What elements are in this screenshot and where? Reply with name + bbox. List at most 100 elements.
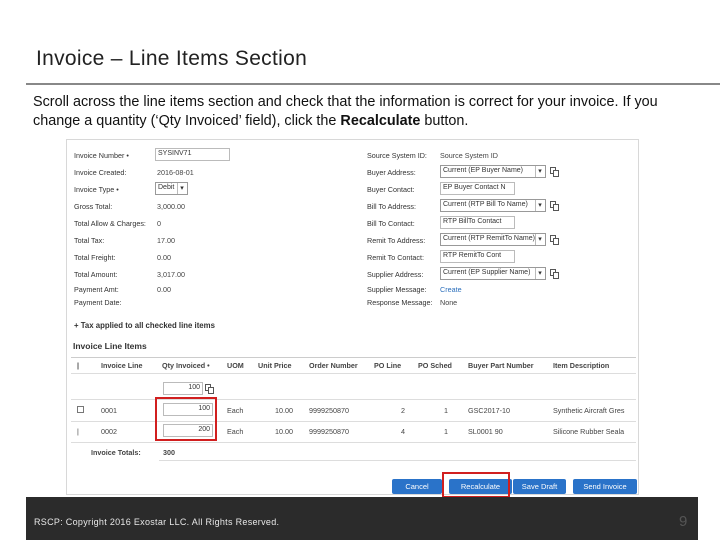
description-bold: Recalculate bbox=[340, 113, 421, 129]
allow-charges-label: Total Allow & Charges: bbox=[74, 219, 146, 228]
recalculate-highlight bbox=[442, 472, 510, 498]
invoice-totals-label: Invoice Totals: bbox=[91, 448, 141, 457]
row-checkbox[interactable] bbox=[77, 406, 84, 413]
invoice-type-value: Debit bbox=[158, 184, 175, 191]
source-system-label: Source System ID: bbox=[367, 151, 427, 160]
copy-icon[interactable] bbox=[550, 269, 559, 279]
col-buyer-part-number: Buyer Part Number bbox=[468, 361, 534, 370]
buyer-address-value: Current (EP Buyer Name) bbox=[443, 167, 524, 174]
table-header-top-rule bbox=[71, 357, 636, 358]
description-text-2: button. bbox=[420, 113, 469, 129]
supplier-address-value: Current (EP Supplier Name) bbox=[443, 269, 531, 276]
col-uom: UOM bbox=[227, 361, 244, 370]
response-message-label: Response Message: bbox=[367, 298, 433, 307]
total-freight-label: Total Freight: bbox=[74, 253, 116, 262]
row-2-unit-price: 10.00 bbox=[275, 427, 293, 436]
copy-icon[interactable] bbox=[550, 235, 559, 245]
gross-total-value: 3,000.00 bbox=[157, 202, 185, 211]
copyright-text: RSCP: Copyright 2016 Exostar LLC. All Ri… bbox=[34, 517, 280, 527]
source-system-value: Source System ID bbox=[440, 151, 498, 160]
row-2-uom: Each bbox=[227, 427, 244, 436]
select-all-column: | bbox=[77, 361, 80, 370]
row-2-buyer-part: SL0001 90 bbox=[468, 427, 503, 436]
remit-to-contact-input[interactable]: RTP RemitTo Cont bbox=[440, 250, 515, 263]
remit-to-contact-label: Remit To Contact: bbox=[367, 253, 424, 262]
total-amount-label: Total Amount: bbox=[74, 270, 118, 279]
page-number: 9 bbox=[679, 513, 688, 530]
mass-qty-input[interactable]: 100 bbox=[163, 382, 203, 395]
allow-charges-value: 0 bbox=[157, 219, 161, 228]
invoice-created-value: 2016-08-01 bbox=[157, 168, 194, 177]
chevron-down-icon: ▾ bbox=[535, 234, 544, 245]
copy-icon[interactable] bbox=[550, 201, 559, 211]
col-qty-invoiced: Qty Invoiced • bbox=[162, 361, 210, 370]
total-tax-value: 17.00 bbox=[157, 236, 175, 245]
total-amount-value: 3,017.00 bbox=[157, 270, 185, 279]
title-divider bbox=[26, 83, 720, 85]
invoice-screenshot: Invoice Number • SYSINV71 Invoice Create… bbox=[66, 139, 639, 498]
supplier-message-label: Supplier Message: bbox=[367, 285, 427, 294]
slide-description: Scroll across the line items section and… bbox=[33, 93, 703, 131]
remit-to-address-value: Current (RTP RemitTo Name) bbox=[443, 235, 535, 242]
row-1-description: Synthetic Aircraft Gres bbox=[553, 406, 625, 415]
row-1-buyer-part: GSC2017-10 bbox=[468, 406, 510, 415]
copy-icon[interactable] bbox=[550, 167, 559, 177]
invoice-number-input[interactable]: SYSINV71 bbox=[155, 148, 230, 161]
invoice-number-label: Invoice Number • bbox=[74, 151, 129, 160]
supplier-message-create-link[interactable]: Create bbox=[440, 285, 462, 294]
col-po-line: PO Line bbox=[374, 361, 402, 370]
total-freight-value: 0.00 bbox=[157, 253, 171, 262]
chevron-down-icon: ▾ bbox=[535, 268, 544, 279]
supplier-address-select[interactable]: Current (EP Supplier Name) ▾ bbox=[440, 267, 546, 280]
supplier-address-label: Supplier Address: bbox=[367, 270, 424, 279]
col-item-description: Item Description bbox=[553, 361, 610, 370]
row-1-uom: Each bbox=[227, 406, 244, 415]
save-draft-button[interactable]: Save Draft bbox=[513, 479, 566, 494]
invoice-totals-value: 300 bbox=[163, 448, 175, 457]
bill-to-contact-input[interactable]: RTP BillTo Contact bbox=[440, 216, 515, 229]
invoice-type-label: Invoice Type • bbox=[74, 185, 119, 194]
chevron-down-icon: ▾ bbox=[535, 166, 544, 177]
col-order-number: Order Number bbox=[309, 361, 358, 370]
row-2-marker: | bbox=[77, 427, 79, 436]
bill-to-address-value: Current (RTP Bill To Name) bbox=[443, 201, 528, 208]
invoice-type-select[interactable]: Debit ▾ bbox=[155, 182, 188, 195]
row-1-line: 0001 bbox=[101, 406, 117, 415]
col-invoice-line: Invoice Line bbox=[101, 361, 143, 370]
cancel-button[interactable]: Cancel bbox=[392, 479, 442, 494]
buyer-address-label: Buyer Address: bbox=[367, 168, 416, 177]
row-divider bbox=[71, 442, 636, 443]
remit-to-address-label: Remit To Address: bbox=[367, 236, 426, 245]
payment-amt-value: 0.00 bbox=[157, 285, 171, 294]
row-2-order-number: 9999250870 bbox=[309, 427, 349, 436]
remit-to-address-select[interactable]: Current (RTP RemitTo Name) ▾ bbox=[440, 233, 546, 246]
chevron-down-icon: ▾ bbox=[177, 183, 186, 194]
row-2-description: Silicone Rubber Seala bbox=[553, 427, 625, 436]
row-2-line: 0002 bbox=[101, 427, 117, 436]
bill-to-address-select[interactable]: Current (RTP Bill To Name) ▾ bbox=[440, 199, 546, 212]
response-message-value: None bbox=[440, 298, 458, 307]
payment-date-label: Payment Date: bbox=[74, 298, 122, 307]
tax-note[interactable]: + Tax applied to all checked line items bbox=[74, 321, 215, 330]
gross-total-label: Gross Total: bbox=[74, 202, 113, 211]
col-po-sched: PO Sched bbox=[418, 361, 452, 370]
table-header-bottom-rule bbox=[71, 373, 636, 374]
total-tax-label: Total Tax: bbox=[74, 236, 105, 245]
row-1-po-line: 2 bbox=[401, 406, 405, 415]
buyer-contact-input[interactable]: EP Buyer Contact N bbox=[440, 182, 515, 195]
row-2-po-line: 4 bbox=[401, 427, 405, 436]
footer-bar: RSCP: Copyright 2016 Exostar LLC. All Ri… bbox=[26, 497, 698, 540]
line-items-title: Invoice Line Items bbox=[73, 341, 147, 351]
buyer-address-select[interactable]: Current (EP Buyer Name) ▾ bbox=[440, 165, 546, 178]
qty-invoiced-highlight bbox=[155, 397, 217, 441]
bill-to-contact-label: Bill To Contact: bbox=[367, 219, 415, 228]
chevron-down-icon: ▾ bbox=[535, 200, 544, 211]
row-2-po-sched: 1 bbox=[444, 427, 448, 436]
col-unit-price: Unit Price bbox=[258, 361, 292, 370]
row-1-order-number: 9999250870 bbox=[309, 406, 349, 415]
slide-title: Invoice – Line Items Section bbox=[36, 47, 308, 70]
send-invoice-button[interactable]: Send Invoice bbox=[573, 479, 637, 494]
invoice-created-label: Invoice Created: bbox=[74, 168, 127, 177]
copy-icon[interactable] bbox=[205, 384, 214, 394]
row-1-unit-price: 10.00 bbox=[275, 406, 293, 415]
